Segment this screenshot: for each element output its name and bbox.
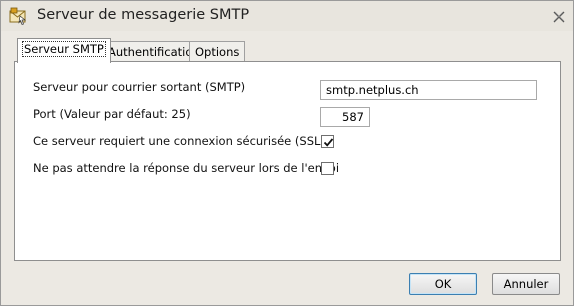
tab-options[interactable]: Options [189,41,246,63]
no-wait-checkbox[interactable] [321,162,334,175]
tab-panel-serveur-smtp: Serveur pour courrier sortant (SMTP) Por… [14,61,561,261]
tab-serveur-smtp[interactable]: Serveur SMTP [17,38,111,63]
title-bar[interactable]: Serveur de messagerie SMTP [1,1,573,31]
ok-button[interactable]: OK [409,273,477,295]
tab-options-label: Options [195,45,240,59]
smtp-server-input[interactable] [320,80,537,100]
port-label: Port (Valeur par défaut: 25) [33,107,191,121]
ssl-label: Ce serveur requiert une connexion sécuri… [33,134,325,148]
ssl-checkbox[interactable] [321,135,334,148]
port-input[interactable] [320,107,370,127]
tab-serveur-smtp-label: Serveur SMTP [22,41,106,57]
no-wait-label: Ne pas attendre la réponse du serveur lo… [33,161,340,175]
window-title: Serveur de messagerie SMTP [37,7,250,23]
smtp-server-label: Serveur pour courrier sortant (SMTP) [33,80,246,94]
checkmark-icon [323,138,334,147]
close-icon[interactable] [553,11,565,23]
mail-envelope-icon [9,7,27,25]
cancel-button[interactable]: Annuler [492,273,560,295]
smtp-dialog: Serveur de messagerie SMTP Serveur SMTP … [0,0,574,306]
tab-authentification-label: Authentification [108,45,200,59]
